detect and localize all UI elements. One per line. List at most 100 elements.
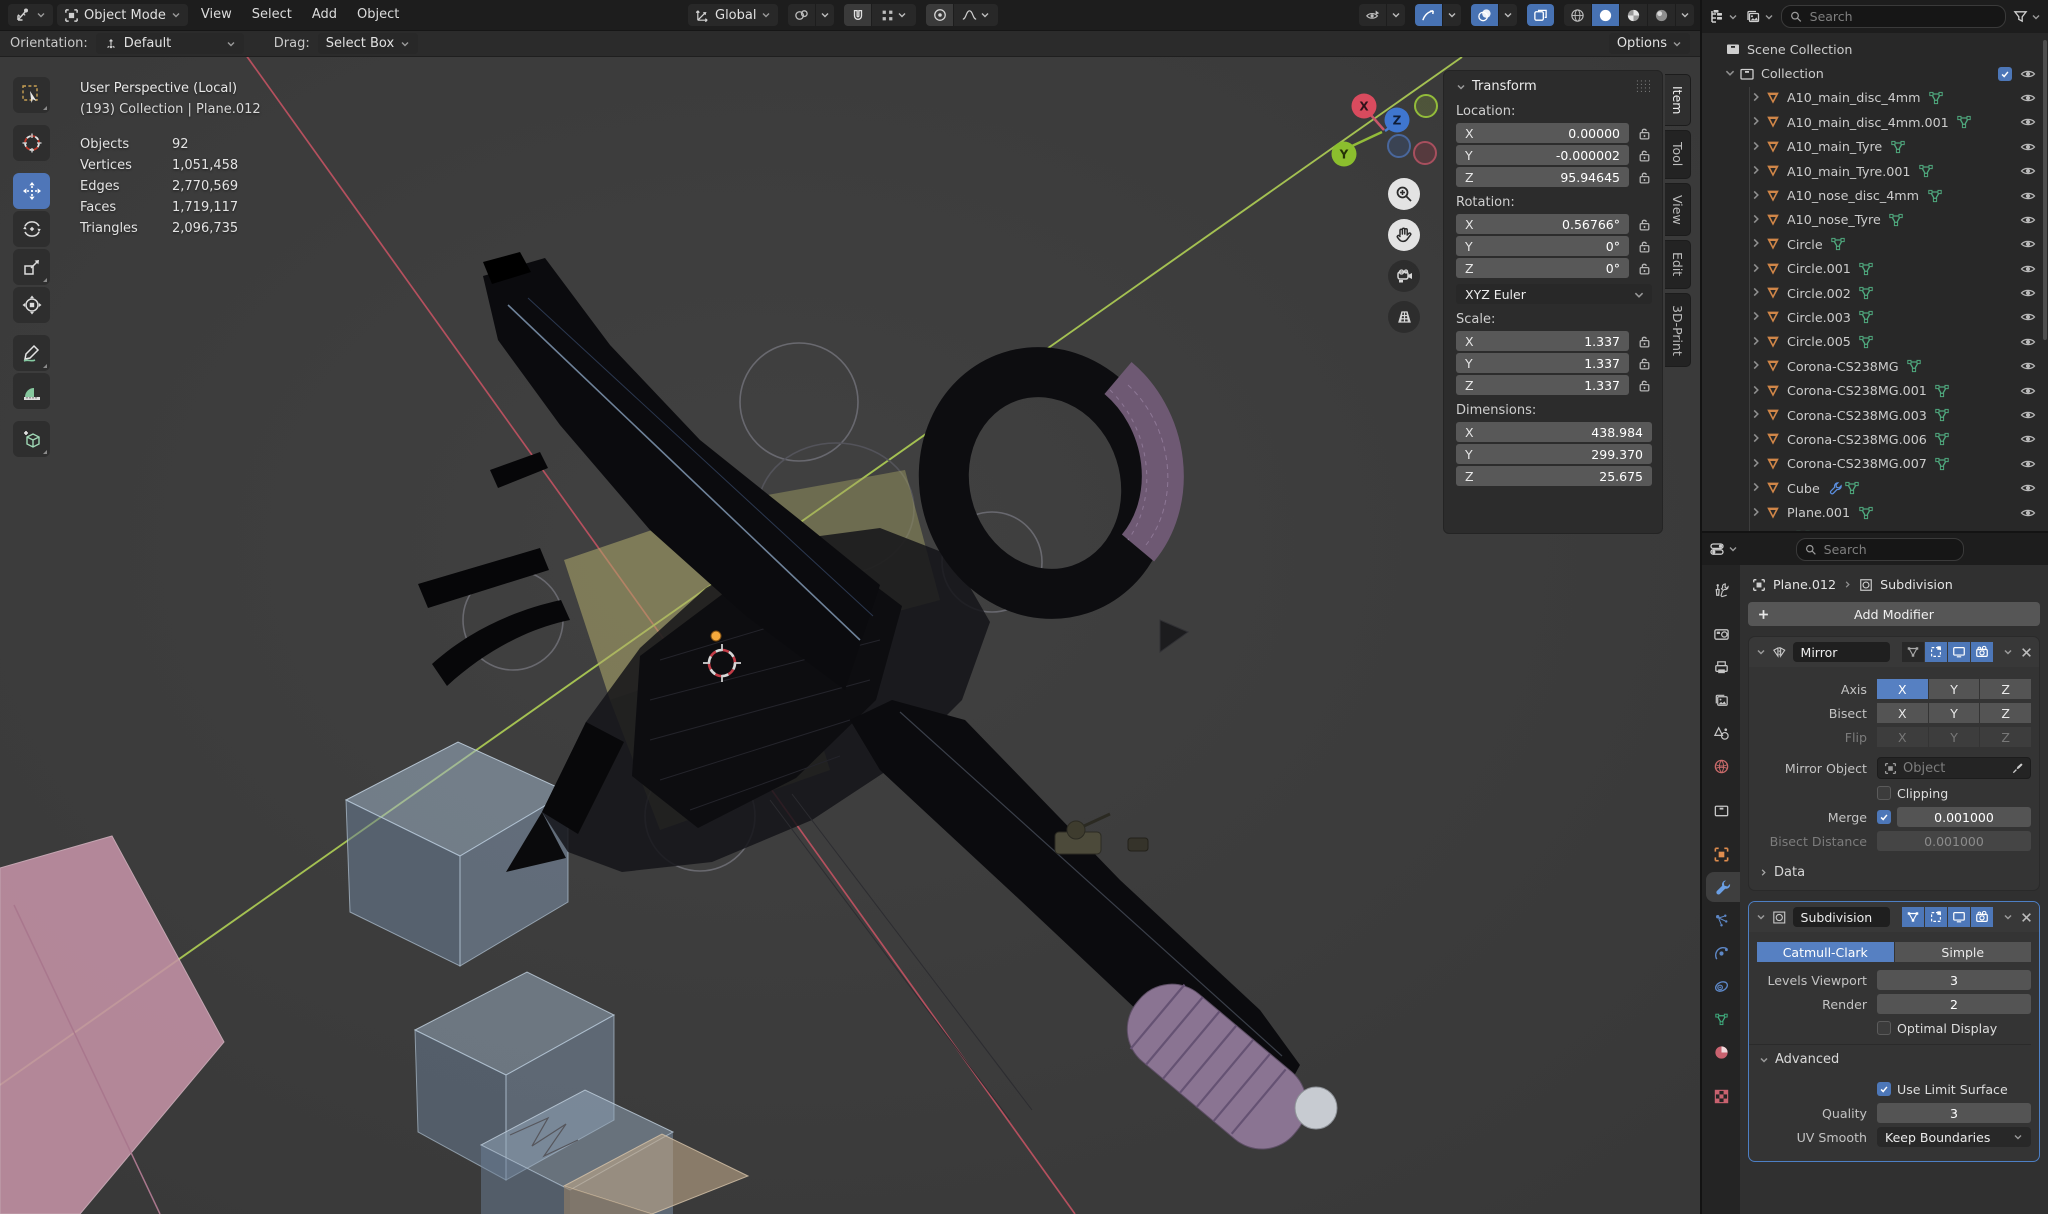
eye-icon[interactable] <box>2020 407 2036 423</box>
drag-grip-icon[interactable]: :::::::: <box>1636 80 1652 94</box>
outliner-item-row[interactable]: Corona-CS238MG.006 <box>1702 427 2048 451</box>
display-mode-dropdown[interactable] <box>1745 9 1774 25</box>
properties-tab-world[interactable] <box>1702 751 1740 781</box>
edit-mode-icon[interactable] <box>1925 642 1947 662</box>
rotate-tool-button[interactable] <box>13 211 50 247</box>
location-x-field[interactable]: X0.00000 <box>1456 123 1629 143</box>
pan-hand-button[interactable] <box>1388 219 1420 251</box>
optimal-display-checkbox[interactable] <box>1877 1021 1891 1035</box>
sidebar-tab-item[interactable]: Item <box>1665 74 1691 126</box>
dimensions-x-field[interactable]: X438.984 <box>1456 422 1652 442</box>
annotate-tool-button[interactable] <box>13 335 50 371</box>
lock-icon[interactable] <box>1637 170 1652 185</box>
eye-icon[interactable] <box>2020 431 2036 447</box>
collapse-chevron-icon[interactable] <box>1456 82 1466 92</box>
advanced-subpanel-header[interactable]: Advanced <box>1749 1044 2031 1069</box>
visibility-chevron-icon[interactable] <box>1387 4 1405 26</box>
snap-magnet-toggle[interactable] <box>844 4 871 26</box>
eyedropper-icon[interactable] <box>2011 762 2024 775</box>
modifier-name-field[interactable]: Mirror <box>1793 642 1890 662</box>
use-limit-surface-checkbox[interactable] <box>1877 1082 1891 1096</box>
eye-icon[interactable] <box>2020 334 2036 350</box>
scene-collection-row[interactable]: Scene Collection <box>1702 37 2048 61</box>
quality-field[interactable]: 3 <box>1877 1103 2031 1123</box>
overlays-chevron-icon[interactable] <box>1499 4 1517 26</box>
shading-chevron-icon[interactable] <box>1676 4 1694 26</box>
editor-type-outliner[interactable] <box>1709 9 1738 25</box>
outliner-item-row[interactable]: Corona-CS238MG.007 <box>1702 452 2048 476</box>
mirror-object-field[interactable]: Object <box>1877 757 2031 779</box>
scale-x-field[interactable]: X1.337 <box>1456 331 1629 351</box>
eye-icon[interactable] <box>2020 188 2036 204</box>
eye-icon[interactable] <box>2020 261 2036 277</box>
extras-chevron-icon[interactable] <box>2003 647 2013 657</box>
outliner-item-row[interactable]: Cube <box>1702 476 2048 500</box>
scale-tool-button[interactable] <box>13 249 50 285</box>
mirror-axis-y-button[interactable]: Y <box>1929 679 1980 699</box>
sidebar-tab-edit[interactable]: Edit <box>1665 240 1691 288</box>
pivot-chevron-icon[interactable] <box>816 4 834 26</box>
transform-orientation-dropdown[interactable]: Global <box>688 4 778 26</box>
outliner-item-row[interactable]: A10_nose_disc_4mm <box>1702 183 2048 207</box>
lock-icon[interactable] <box>1637 217 1652 232</box>
properties-search-input[interactable] <box>1822 541 1955 558</box>
lock-icon[interactable] <box>1637 378 1652 393</box>
outliner-search-input[interactable] <box>1808 8 1997 25</box>
eye-icon[interactable] <box>2020 114 2036 130</box>
eye-icon[interactable] <box>2020 309 2036 325</box>
outliner-item-row[interactable]: Corona-CS238MG.003 <box>1702 403 2048 427</box>
move-tool-button[interactable] <box>13 173 50 209</box>
rotation-mode-dropdown[interactable]: XYZ Euler <box>1456 284 1652 304</box>
properties-tab-tool[interactable] <box>1702 575 1740 605</box>
properties-tab-render[interactable] <box>1702 619 1740 649</box>
outliner-item-row[interactable]: Corona-CS238MG <box>1702 354 2048 378</box>
properties-tab-modifiers[interactable] <box>1706 872 1740 902</box>
extras-chevron-icon[interactable] <box>2003 912 2013 922</box>
levels-viewport-field[interactable]: 3 <box>1877 970 2031 990</box>
outliner-item-row[interactable]: Corona-CS238MG.001 <box>1702 378 2048 402</box>
realtime-icon[interactable] <box>1948 642 1970 662</box>
cursor-tool-button[interactable] <box>13 125 50 161</box>
collection-row[interactable]: Collection <box>1702 61 2048 85</box>
rotation-x-field[interactable]: X0.56766° <box>1456 214 1629 234</box>
lock-icon[interactable] <box>1637 126 1652 141</box>
perspective-toggle-button[interactable] <box>1388 301 1420 333</box>
lock-icon[interactable] <box>1637 334 1652 349</box>
outliner-item-row[interactable]: A10_main_Tyre <box>1702 135 2048 159</box>
collection-checkbox[interactable] <box>1998 67 2012 81</box>
eye-icon[interactable] <box>2020 90 2036 106</box>
data-subpanel-header[interactable]: Data <box>1749 855 2031 880</box>
eye-icon[interactable] <box>2020 139 2036 155</box>
lock-icon[interactable] <box>1637 261 1652 276</box>
realtime-icon[interactable] <box>1948 907 1970 927</box>
properties-tab-scene[interactable] <box>1702 718 1740 748</box>
menu-add[interactable]: Add <box>303 4 346 26</box>
dimensions-z-field[interactable]: Z25.675 <box>1456 466 1652 486</box>
select-box-tool-button[interactable] <box>13 77 50 113</box>
mirror-bisect-x-button[interactable]: X <box>1877 703 1928 723</box>
render-levels-field[interactable]: 2 <box>1877 994 2031 1014</box>
outliner-item-row[interactable]: Circle <box>1702 232 2048 256</box>
add-cube-tool-button[interactable] <box>13 421 50 457</box>
shading-rendered-button[interactable] <box>1648 4 1675 26</box>
eye-icon[interactable] <box>2020 358 2036 374</box>
proportional-falloff-dropdown[interactable] <box>954 4 998 26</box>
shading-wireframe-button[interactable] <box>1564 4 1591 26</box>
lock-icon[interactable] <box>1637 148 1652 163</box>
scale-y-field[interactable]: Y1.337 <box>1456 353 1629 373</box>
menu-view[interactable]: View <box>192 4 241 26</box>
mirror-bisect-y-button[interactable]: Y <box>1929 703 1980 723</box>
mirror-axis-z-button[interactable]: Z <box>1980 679 2031 699</box>
outliner-item-row[interactable]: Circle.002 <box>1702 281 2048 305</box>
editor-type-properties[interactable] <box>1709 541 1738 557</box>
eye-icon[interactable] <box>2020 236 2036 252</box>
menu-object[interactable]: Object <box>348 4 408 26</box>
render-icon[interactable] <box>1971 642 1993 662</box>
merge-checkbox[interactable] <box>1877 810 1891 824</box>
properties-tab-data[interactable] <box>1702 1004 1740 1034</box>
subdivision-type-catmull-clark-button[interactable]: Catmull-Clark <box>1757 942 1894 962</box>
clipping-checkbox[interactable] <box>1877 786 1891 800</box>
close-icon[interactable] <box>2021 912 2032 923</box>
navigation-gizmo[interactable]: X Z Y <box>1322 84 1442 180</box>
mirror-axis-x-button[interactable]: X <box>1877 679 1928 699</box>
